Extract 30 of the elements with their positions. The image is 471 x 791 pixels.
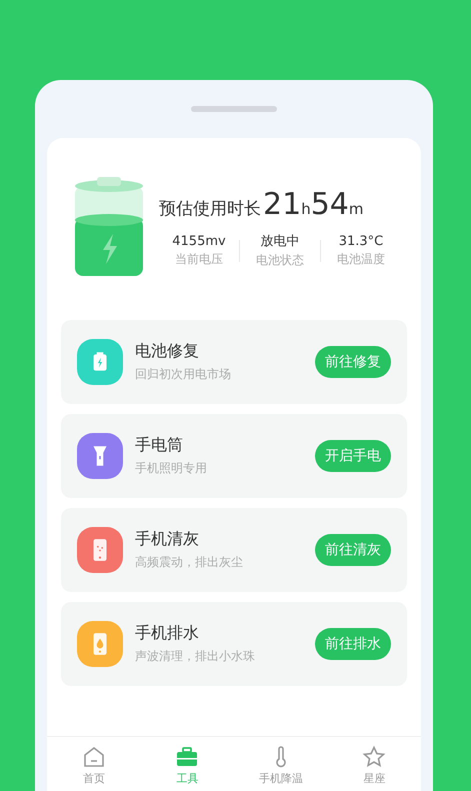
- nav-tab[interactable]: 星座: [334, 745, 414, 786]
- action-button[interactable]: 开启手电: [315, 440, 391, 472]
- tool-title: 手机清灰: [135, 529, 200, 550]
- toolbox-icon: [175, 745, 200, 769]
- tool-subtitle: 手机照明专用: [135, 460, 208, 477]
- stat-label: 当前电压: [175, 250, 223, 268]
- stat-label: 电池状态: [256, 252, 304, 269]
- action-button[interactable]: 前往排水: [315, 628, 391, 660]
- action-button[interactable]: 前往清灰: [315, 534, 391, 566]
- tool-subtitle: 高频震动，排出灰尘: [135, 554, 244, 571]
- stat-label: 电池温度: [337, 250, 385, 268]
- tool-subtitle: 回归初次用电市场: [135, 366, 232, 383]
- tool-subtitle: 声波清理，排出小水珠: [135, 648, 256, 665]
- estimate-label: 预估使用时长: [159, 198, 261, 220]
- stat-value: 4155mv: [172, 234, 226, 248]
- tool-title: 手机排水: [135, 623, 200, 644]
- hours-value: 21: [263, 187, 302, 222]
- stat-value: 放电中: [260, 233, 300, 250]
- nav-tab[interactable]: 手机降温: [240, 745, 321, 786]
- minutes-unit: m: [348, 200, 364, 218]
- nav-tab[interactable]: 首页: [54, 745, 134, 786]
- stat-value: 31.3°C: [338, 234, 384, 248]
- tool-title: 电池修复: [135, 341, 200, 362]
- action-button[interactable]: 前往修复: [315, 346, 391, 378]
- star-icon: [362, 745, 386, 769]
- tool-title: 手电筒: [135, 435, 184, 456]
- nav-tab[interactable]: 工具: [147, 745, 228, 786]
- hours-unit: h: [301, 200, 311, 218]
- home-icon: [82, 745, 106, 769]
- minutes-value: 54: [310, 187, 349, 222]
